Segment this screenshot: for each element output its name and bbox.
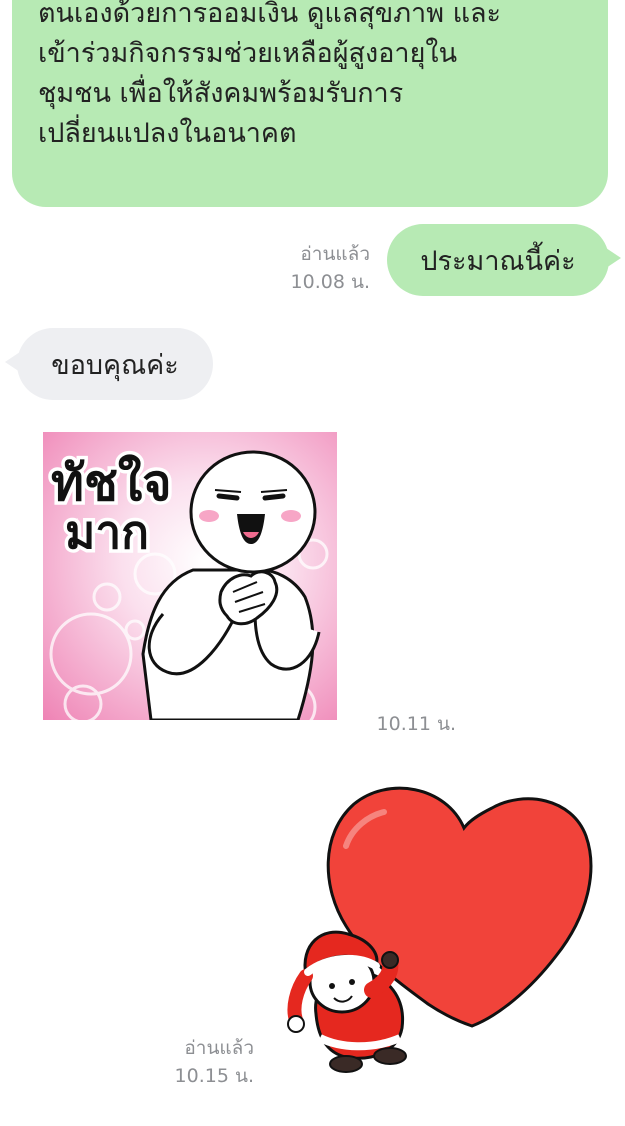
message-text: ตนเองด้วยการออมเงิน ดูแลสุขภาพ และ เข้าร… [38, 0, 502, 149]
character-hands-on-heart-sticker[interactable]: ทัชใจ มาก [43, 432, 337, 733]
read-receipt: อ่านแล้ว [300, 243, 370, 265]
outgoing-message-bubble[interactable]: ประมาณนี้ค่ะ [387, 224, 621, 296]
message-meta: อ่านแล้ว 10.08 น. [270, 240, 370, 296]
incoming-message-bubble[interactable]: ขอบคุณค่ะ [5, 328, 213, 400]
message-time: 10.11 น. [376, 713, 456, 735]
message-text: ขอบคุณค่ะ [51, 349, 179, 381]
sticker-image [287, 786, 593, 1073]
sticker-image: ทัชใจ มาก [43, 432, 337, 733]
message-meta: 10.11 น. [340, 710, 456, 738]
read-receipt: อ่านแล้ว [184, 1037, 254, 1059]
message-text: ประมาณนี้ค่ะ [420, 245, 576, 277]
message-time: 10.08 น. [290, 271, 370, 293]
outgoing-message-bubble[interactable]: ตนเองด้วยการออมเงิน ดูแลสุขภาพ และ เข้าร… [12, 0, 608, 207]
message-time: 10.15 น. [174, 1065, 254, 1087]
santa-carrying-heart-sticker[interactable] [276, 776, 606, 1076]
svg-text:ทัชใจ: ทัชใจ [51, 454, 172, 512]
svg-text:มาก: มาก [65, 505, 149, 559]
message-meta: อ่านแล้ว 10.15 น. [150, 1034, 254, 1090]
